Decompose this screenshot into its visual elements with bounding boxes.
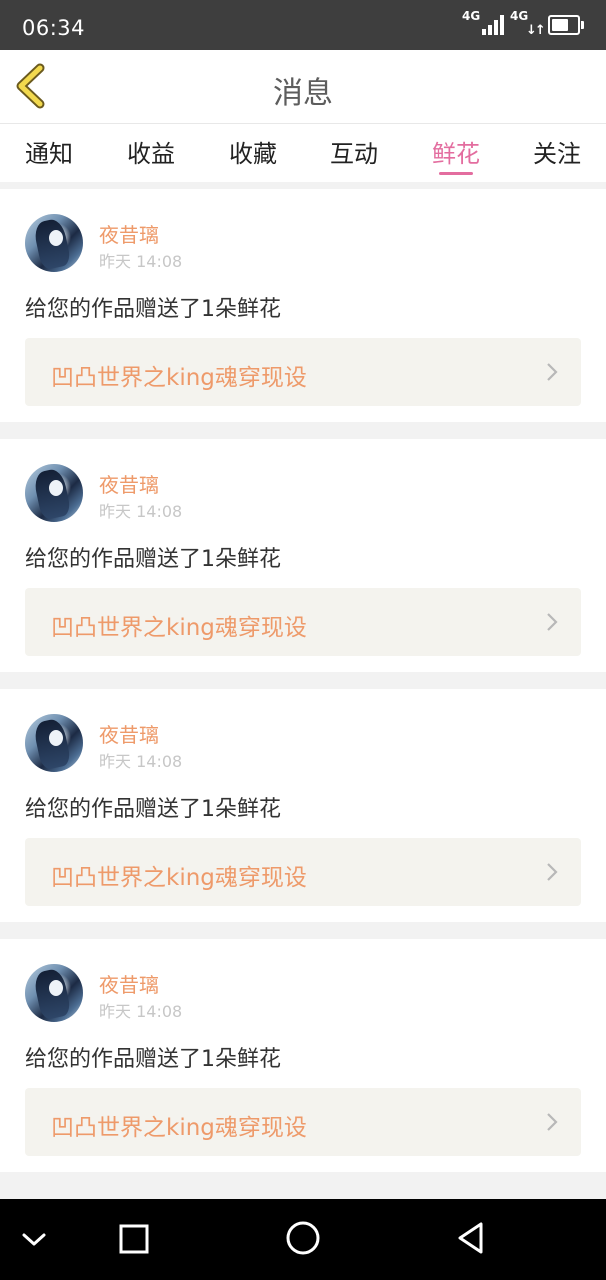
system-nav-bar: [0, 1199, 606, 1280]
tab-notifications[interactable]: 通知: [9, 134, 89, 169]
user-name[interactable]: 夜昔璃: [99, 969, 159, 998]
work-title: 凹凸世界之king魂穿现设: [51, 615, 307, 641]
status-icons: 4G 4G ↓↑: [462, 9, 584, 39]
chevron-down-icon[interactable]: [20, 1227, 48, 1251]
avatar[interactable]: [25, 964, 83, 1022]
message-card: 夜昔璃 昨天 14:08 给您的作品赠送了1朵鲜花 凹凸世界之king魂穿现设: [0, 939, 606, 1172]
page-title: 消息: [273, 76, 333, 111]
message-text: 给您的作品赠送了1朵鲜花: [25, 1047, 281, 1072]
work-link[interactable]: 凹凸世界之king魂穿现设: [25, 1088, 581, 1156]
tab-earnings[interactable]: 收益: [111, 134, 191, 169]
network-label-2: 4G: [510, 9, 529, 23]
work-title: 凹凸世界之king魂穿现设: [51, 865, 307, 891]
user-name[interactable]: 夜昔璃: [99, 719, 159, 748]
triangle-back-icon[interactable]: [455, 1221, 487, 1255]
active-tab-indicator: [439, 172, 473, 175]
timestamp: 昨天 14:08: [99, 1002, 183, 1021]
chevron-right-icon: [547, 1113, 558, 1131]
message-text: 给您的作品赠送了1朵鲜花: [25, 797, 281, 822]
work-link[interactable]: 凹凸世界之king魂穿现设: [25, 838, 581, 906]
tab-following[interactable]: 关注: [517, 134, 597, 169]
work-title: 凹凸世界之king魂穿现设: [51, 365, 307, 391]
chevron-right-icon: [547, 863, 558, 881]
message-text: 给您的作品赠送了1朵鲜花: [25, 297, 281, 322]
chevron-right-icon: [547, 363, 558, 381]
square-icon[interactable]: [118, 1223, 150, 1255]
tab-favorites[interactable]: 收藏: [213, 134, 293, 169]
status-bar: 06:34 4G 4G ↓↑: [0, 0, 606, 50]
avatar[interactable]: [25, 714, 83, 772]
avatar[interactable]: [25, 464, 83, 522]
avatar[interactable]: [25, 214, 83, 272]
timestamp: 昨天 14:08: [99, 752, 183, 771]
message-card: 夜昔璃 昨天 14:08 给您的作品赠送了1朵鲜花 凹凸世界之king魂穿现设: [0, 189, 606, 422]
message-card: 夜昔璃 昨天 14:08 给您的作品赠送了1朵鲜花 凹凸世界之king魂穿现设: [0, 439, 606, 672]
signal-icon: [482, 15, 506, 35]
data-transfer-icon: ↓↑: [526, 23, 546, 38]
work-title: 凹凸世界之king魂穿现设: [51, 1115, 307, 1141]
network-label-1: 4G: [462, 9, 481, 23]
tab-bar: 通知 收益 收藏 互动 鲜花 关注: [0, 124, 606, 182]
tab-flowers[interactable]: 鲜花: [416, 134, 496, 175]
user-name[interactable]: 夜昔璃: [99, 219, 159, 248]
status-time: 06:34: [22, 16, 86, 40]
battery-icon: [548, 15, 584, 35]
message-text: 给您的作品赠送了1朵鲜花: [25, 547, 281, 572]
message-card: 夜昔璃 昨天 14:08 给您的作品赠送了1朵鲜花 凹凸世界之king魂穿现设: [0, 689, 606, 922]
chevron-right-icon: [547, 613, 558, 631]
user-name[interactable]: 夜昔璃: [99, 469, 159, 498]
app-header: 消息: [0, 50, 606, 124]
timestamp: 昨天 14:08: [99, 252, 183, 271]
circle-icon[interactable]: [285, 1220, 321, 1256]
work-link[interactable]: 凹凸世界之king魂穿现设: [25, 338, 581, 406]
tab-interactions[interactable]: 互动: [314, 134, 394, 169]
timestamp: 昨天 14:08: [99, 502, 183, 521]
work-link[interactable]: 凹凸世界之king魂穿现设: [25, 588, 581, 656]
